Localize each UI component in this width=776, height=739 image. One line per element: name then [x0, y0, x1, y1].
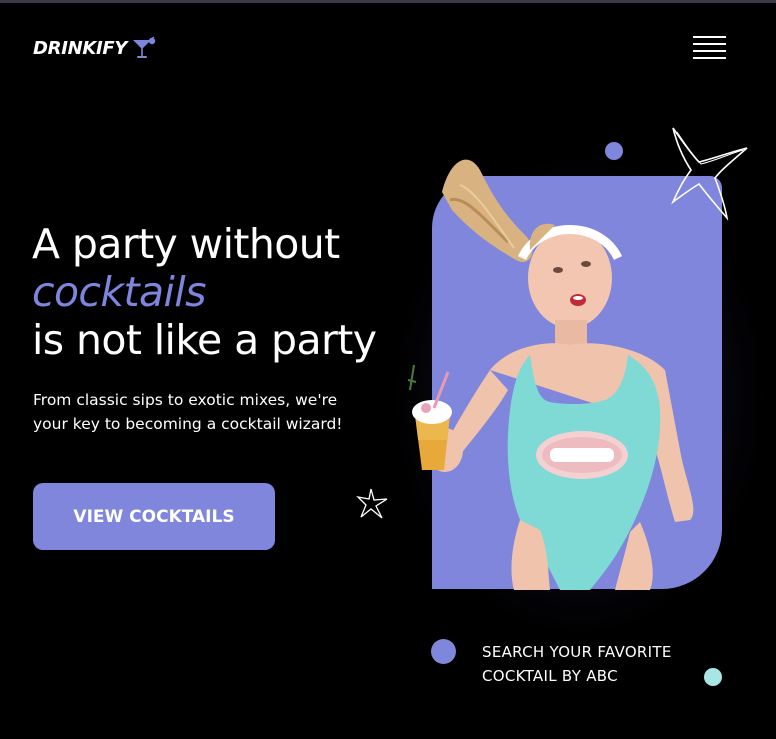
hero-subtitle: From classic sips to exotic mixes, we're…: [33, 391, 343, 433]
decor-dot-bottom-left: [431, 639, 456, 664]
search-prompt: SEARCH YOUR FAVORITE COCKTAIL BY ABC: [482, 640, 672, 688]
hero-title: A party without cocktails is not like a …: [32, 220, 377, 364]
star-outline-icon: [671, 127, 748, 221]
view-cocktails-button[interactable]: VIEW COCKTAILS: [33, 483, 275, 550]
decor-dot-top: [605, 142, 623, 160]
decor-dot-bottom-right: [704, 668, 722, 686]
hamburger-menu-icon[interactable]: [693, 36, 727, 60]
search-prompt-line2: COCKTAIL BY ABC: [482, 667, 618, 685]
cocktail-glass-icon: [133, 36, 156, 58]
hero-title-line1: A party without: [32, 220, 340, 268]
search-prompt-line1: SEARCH YOUR FAVORITE: [482, 643, 672, 661]
small-star-icon: [356, 488, 388, 519]
brand-name: DRINKIFY: [33, 37, 128, 59]
site-logo[interactable]: DRINKIFY: [33, 36, 158, 60]
top-border: [0, 0, 776, 3]
hero-title-line3: is not like a party: [32, 316, 377, 364]
hero-title-accent: cocktails: [32, 268, 206, 316]
